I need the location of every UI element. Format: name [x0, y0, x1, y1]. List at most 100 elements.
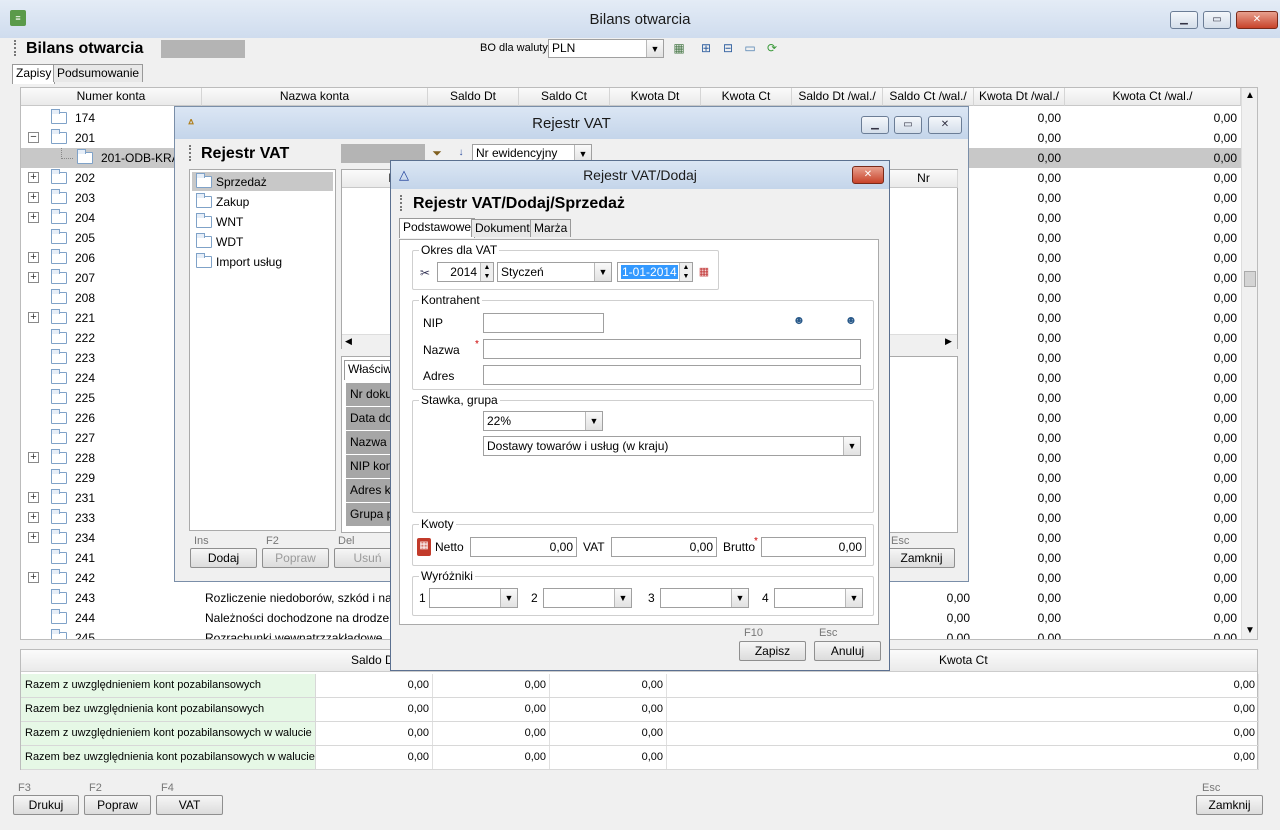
vat-minimize-button[interactable]: ▁ [861, 116, 889, 134]
maximize-button[interactable]: ▭ [1203, 11, 1231, 29]
col-kwota-ct[interactable]: Kwota Ct [701, 88, 792, 106]
tab-podstawowe[interactable]: Podstawowe [399, 218, 476, 238]
collapse-icon[interactable]: − [28, 132, 39, 143]
expand-icon[interactable]: + [28, 272, 39, 283]
kwota-dt-wal-value: 0,00 [1037, 411, 1061, 425]
filter-icon[interactable]: ⏷ [429, 145, 445, 161]
nazwa-input[interactable] [483, 339, 861, 359]
col-kwota-ct-wal[interactable]: Kwota Ct /wal./ [1065, 88, 1241, 106]
kwota-ct-wal-value: 0,00 [1213, 431, 1237, 445]
refresh-icon[interactable]: ⟳ [764, 40, 780, 56]
vat-tree-item[interactable]: Zakup [192, 192, 333, 211]
vat-add-button[interactable]: Dodaj [190, 548, 257, 568]
year-input[interactable]: 2014 ▲ ▼ [437, 262, 494, 282]
col-saldo-dt[interactable]: Saldo Dt [428, 88, 519, 106]
expand-icon[interactable]: + [28, 452, 39, 463]
expand-icon[interactable]: + [28, 252, 39, 263]
tab-dokument[interactable]: Dokument [471, 219, 534, 237]
vat-tree-item[interactable]: WDT [192, 232, 333, 251]
scroll-thumb[interactable] [1244, 271, 1256, 287]
scissors-icon[interactable]: ✂ [417, 265, 433, 281]
vat-tree-item[interactable]: WNT [192, 212, 333, 231]
col-saldo-ct-wal[interactable]: Saldo Ct /wal./ [883, 88, 974, 106]
wyroznik-3-select[interactable]: ▼ [660, 588, 749, 608]
expand-icon[interactable]: + [28, 172, 39, 183]
expand-icon[interactable]: + [28, 192, 39, 203]
vat-tree-item[interactable]: Sprzedaż [192, 172, 333, 191]
expand-icon[interactable]: + [28, 492, 39, 503]
edit-button[interactable]: Popraw [84, 795, 151, 815]
col-numer-konta[interactable]: Numer konta [21, 88, 202, 106]
brutto-input[interactable]: 0,00 [761, 537, 866, 557]
stawka-select[interactable]: 22% ▼ [483, 411, 603, 431]
scroll-up-icon[interactable]: ▲ [1245, 90, 1255, 101]
adres-input[interactable] [483, 365, 861, 385]
vat-tree-item[interactable]: Import usług [192, 252, 333, 271]
wyroznik-4-select[interactable]: ▼ [774, 588, 863, 608]
col-kwota-dt[interactable]: Kwota Dt [610, 88, 701, 106]
calculator-icon[interactable]: ▦ [417, 538, 431, 556]
sort-icon[interactable]: ↓ [453, 145, 469, 161]
close-button[interactable]: ✕ [1236, 11, 1278, 29]
calendar-icon[interactable]: ▦ [696, 264, 712, 280]
vat-tree-panel: Sprzedaż Zakup WNT WDT Import usług [189, 169, 336, 531]
folder-icon [51, 449, 67, 464]
tab-marza[interactable]: Marża [530, 219, 572, 237]
date-spinner-icon[interactable]: ▲ ▼ [679, 263, 692, 281]
add-close-button[interactable]: ✕ [852, 166, 884, 184]
expand-icon[interactable]: + [28, 312, 39, 323]
contractor-icon[interactable]: ☻ [843, 312, 859, 328]
vat-button[interactable]: VAT [156, 795, 223, 815]
comment-icon[interactable]: ▭ [742, 40, 758, 56]
vat-prop-value[interactable] [886, 431, 952, 454]
tree-add-icon[interactable]: ⊞ [698, 40, 714, 56]
col-kwota-dt-wal[interactable]: Kwota Dt /wal./ [974, 88, 1065, 106]
vat-input[interactable]: 0,00 [611, 537, 717, 557]
vat-close-list-button[interactable]: Zamknij [888, 548, 955, 568]
tree-edit-icon[interactable]: ⊟ [720, 40, 736, 56]
account-number: 201 [75, 131, 96, 145]
scroll-left-icon[interactable]: ◀ [345, 336, 352, 347]
summary-value: 0,00 [433, 698, 550, 721]
scroll-down-icon[interactable]: ▼ [1245, 625, 1255, 636]
month-select[interactable]: Styczeń ▼ [497, 262, 612, 282]
vat-prop-value[interactable] [886, 479, 952, 502]
vat-edit-button[interactable]: Popraw [262, 548, 329, 568]
expand-icon[interactable]: + [28, 532, 39, 543]
col-saldo-dt-wal[interactable]: Saldo Dt /wal./ [792, 88, 883, 106]
kwota-dt-wal-value: 0,00 [1037, 431, 1061, 445]
cancel-button[interactable]: Anuluj [814, 641, 881, 661]
netto-input[interactable]: 0,00 [470, 537, 577, 557]
minimize-button[interactable]: ▁ [1170, 11, 1198, 29]
vat-prop-value[interactable] [886, 455, 952, 478]
scroll-right-icon[interactable]: ▶ [945, 336, 952, 347]
print-button[interactable]: Drukuj [13, 795, 79, 815]
grupa-select[interactable]: Dostawy towarów i usług (w kraju) ▼ [483, 436, 861, 456]
table-icon[interactable]: ▦ [671, 40, 687, 56]
grid-scrollbar[interactable]: ▲ ▼ [1241, 88, 1257, 639]
close-main-button[interactable]: Zamknij [1196, 795, 1263, 815]
vat-prop-value[interactable] [886, 503, 952, 526]
vat-maximize-button[interactable]: ▭ [894, 116, 922, 134]
expand-icon[interactable]: + [28, 212, 39, 223]
vat-prop-value[interactable] [886, 407, 952, 430]
vat-close-button[interactable]: ✕ [928, 116, 962, 134]
tab-podsumowanie[interactable]: Podsumowanie [53, 64, 144, 82]
vat-col-nr-dokumentu[interactable]: Nr dokumentu [890, 170, 958, 188]
wyroznik-2-select[interactable]: ▼ [543, 588, 632, 608]
contractor-search-icon[interactable]: ☻ [791, 312, 807, 328]
tab-zapisy[interactable]: Zapisy [12, 64, 56, 84]
account-number: 234 [75, 531, 96, 545]
col-nazwa-konta[interactable]: Nazwa konta [202, 88, 428, 106]
year-spinner-icon[interactable]: ▲ ▼ [480, 263, 493, 281]
date-input[interactable]: 1-01-2014 ▲ ▼ [617, 262, 693, 282]
folder-icon [51, 529, 67, 544]
currency-select[interactable]: PLN ▼ [548, 39, 664, 58]
nip-input[interactable] [483, 313, 604, 333]
expand-icon[interactable]: + [28, 512, 39, 523]
col-saldo-ct[interactable]: Saldo Ct [519, 88, 610, 106]
save-button[interactable]: Zapisz [739, 641, 806, 661]
expand-icon[interactable]: + [28, 572, 39, 583]
vat-prop-value[interactable] [886, 383, 952, 406]
wyroznik-1-select[interactable]: ▼ [429, 588, 518, 608]
